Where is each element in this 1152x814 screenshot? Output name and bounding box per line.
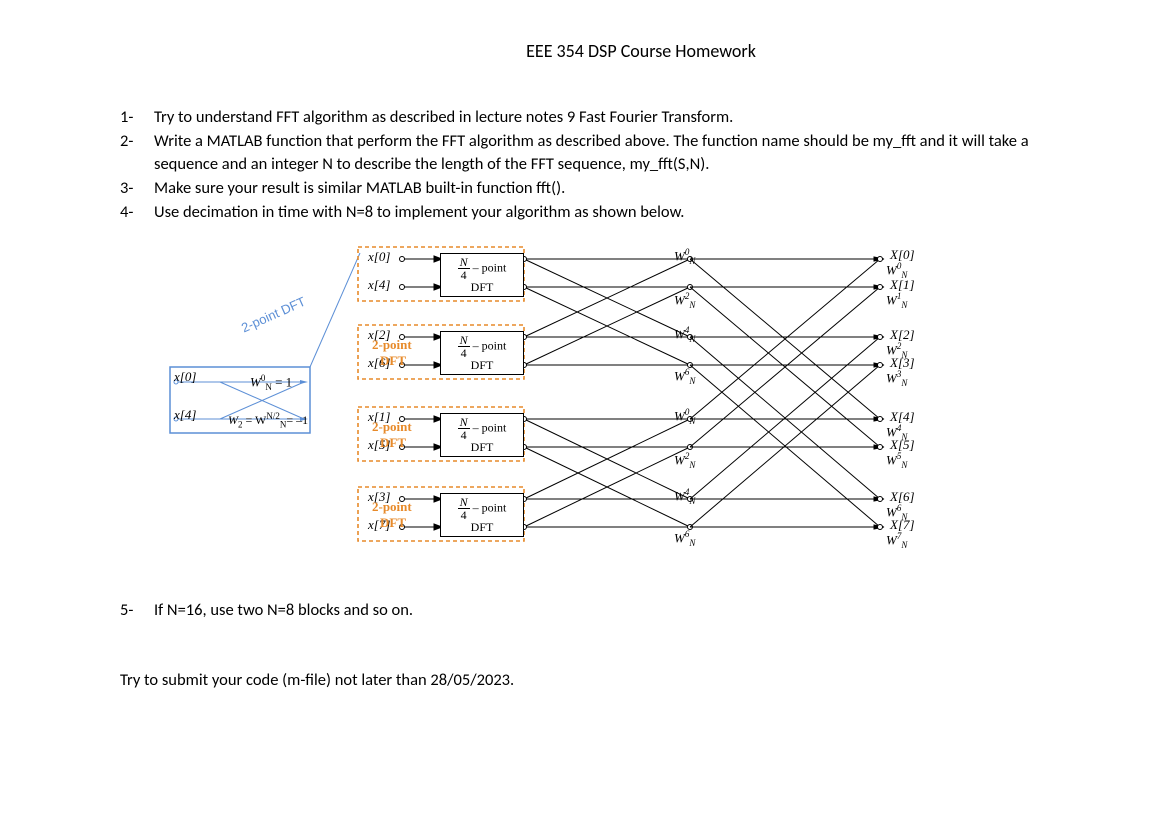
mid-w: W0N: [674, 247, 695, 266]
list-item: 2- Write a MATLAB function that perform …: [120, 130, 1042, 175]
instruction-list: 1- Try to understand FFT algorithm as de…: [120, 106, 1042, 223]
right-w: W4N: [886, 423, 907, 442]
right-w: W0N: [886, 261, 907, 280]
homework-page: EEE 354 DSP Course Homework 1- Try to un…: [0, 0, 1152, 710]
item-text: If N=16, use two N=8 blocks and so on.: [154, 599, 1042, 621]
mid-w: W2N: [674, 291, 695, 310]
left-x0: x[0]: [174, 369, 196, 385]
n4-dft-box: N4 – point DFT: [440, 253, 524, 297]
right-w: W2N: [886, 341, 907, 360]
input-x0: x[0]: [368, 249, 390, 265]
item-number: 4-: [120, 201, 154, 223]
list-item: 1- Try to understand FFT algorithm as de…: [120, 106, 1042, 128]
fft-diagram: N4 – point DFT N4 – point DFT N4 – point…: [150, 237, 970, 577]
closing-note: Try to submit your code (m-file) not lat…: [120, 670, 1042, 690]
item-text: Make sure your result is similar MATLAB …: [154, 177, 1042, 199]
mid-w: W4N: [674, 487, 695, 506]
right-w: W3N: [886, 369, 907, 388]
mid-w: W2N: [674, 451, 695, 470]
n4-top: – point: [473, 501, 507, 515]
stage2-dft: DFT: [380, 353, 406, 369]
mid-w: W6N: [674, 367, 695, 386]
n4-top: – point: [473, 339, 507, 353]
item-number: 5-: [120, 599, 154, 621]
n4-top: – point: [473, 421, 507, 435]
item-number: 3-: [120, 177, 154, 199]
list-item: 4- Use decimation in time with N=8 to im…: [120, 201, 1042, 223]
left-w0: W0N = 1: [250, 373, 292, 392]
n4-bot: DFT: [471, 280, 494, 294]
left-w2: W2 = WN/2N= –1: [228, 411, 308, 429]
mid-w: W0N: [674, 407, 695, 426]
item-number: 1-: [120, 106, 154, 128]
item-text: Try to understand FFT algorithm as descr…: [154, 106, 1042, 128]
list-item: 5- If N=16, use two N=8 blocks and so on…: [120, 599, 1042, 621]
n4-bot: DFT: [471, 440, 494, 454]
n4-bot: DFT: [471, 358, 494, 372]
stage2-dft: DFT: [380, 435, 406, 451]
stage2-2point: 2-point: [372, 337, 412, 353]
n4-dft-box: N4 – point DFT: [440, 493, 524, 537]
list-item: 3- Make sure your result is similar MATL…: [120, 177, 1042, 199]
n4-dft-box: N4 – point DFT: [440, 331, 524, 375]
left-x4: x[4]: [174, 407, 196, 423]
right-w: W5N: [886, 451, 907, 470]
n4-dft-box: N4 – point DFT: [440, 413, 524, 457]
right-w: W7N: [886, 531, 907, 550]
n4-bot: DFT: [471, 520, 494, 534]
item-text: Use decimation in time with N=8 to imple…: [154, 201, 1042, 223]
stage2-2point: 2-point: [372, 419, 412, 435]
mid-w: W4N: [674, 325, 695, 344]
item-text: Write a MATLAB function that perform the…: [154, 130, 1042, 175]
item-number: 2-: [120, 130, 154, 175]
right-w: W1N: [886, 291, 907, 310]
page-title: EEE 354 DSP Course Homework: [240, 40, 1042, 62]
right-w: W6N: [886, 503, 907, 522]
stage2-dft: DFT: [380, 515, 406, 531]
stage2-2point: 2-point: [372, 499, 412, 515]
instruction-list-cont: 5- If N=16, use two N=8 blocks and so on…: [120, 599, 1042, 621]
input-x4: x[4]: [368, 277, 390, 293]
n4-top: – point: [473, 261, 507, 275]
mid-w: W6N: [674, 529, 695, 548]
